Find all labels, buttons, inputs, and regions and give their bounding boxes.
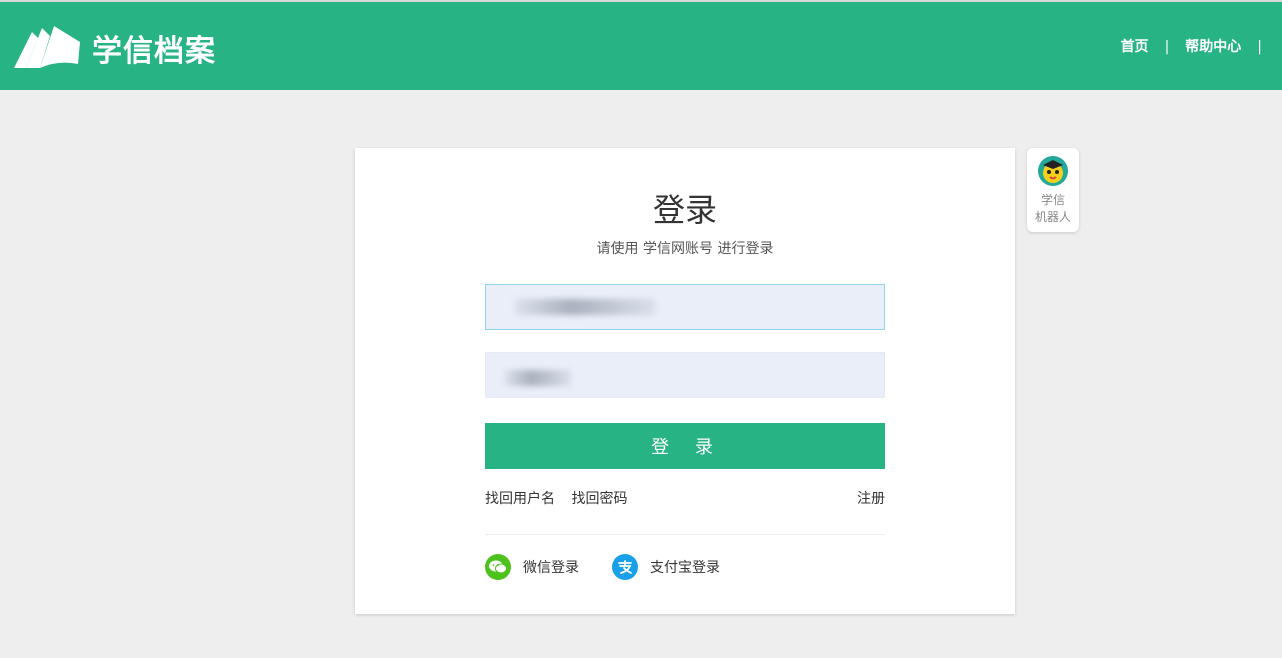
account-links: 找回用户名 找回密码 注册 (485, 488, 885, 510)
alipay-login-label: 支付宝登录 (650, 557, 720, 577)
password-input[interactable] (485, 352, 885, 398)
divider (485, 534, 885, 535)
alipay-login-button[interactable]: 支付宝登录 (612, 554, 720, 580)
book-logo-icon[interactable] (12, 24, 82, 70)
robot-assistant-widget[interactable]: 学信 机器人 (1027, 148, 1079, 232)
find-username-link[interactable]: 找回用户名 (485, 491, 555, 507)
wechat-icon (485, 554, 511, 580)
nav-home-link[interactable]: 首页 (1121, 36, 1149, 58)
login-button[interactable]: 登 录 (485, 423, 885, 469)
graduate-robot-icon (1038, 156, 1068, 186)
nav-help-link[interactable]: 帮助中心 (1185, 36, 1241, 58)
top-header: 学信档案 首页 | 帮助中心 | (0, 0, 1282, 90)
wechat-login-label: 微信登录 (523, 557, 579, 577)
robot-label: 学信 机器人 (1027, 192, 1079, 226)
wechat-login-button[interactable]: 微信登录 (485, 554, 579, 580)
nav-separator: | (1165, 36, 1170, 58)
find-password-link[interactable]: 找回密码 (571, 491, 627, 507)
alipay-icon (612, 554, 638, 580)
username-input[interactable] (485, 284, 885, 330)
robot-label-line1: 学信 (1027, 192, 1079, 209)
login-subtitle: 请使用 学信网账号 进行登录 (355, 238, 1015, 260)
top-nav: 首页 | 帮助中心 | (1121, 36, 1278, 58)
robot-label-line2: 机器人 (1027, 209, 1079, 226)
register-link[interactable]: 注册 (857, 488, 885, 510)
brand-name[interactable]: 学信档案 (92, 32, 216, 72)
login-title: 登录 (355, 190, 1015, 230)
nav-separator: | (1257, 36, 1262, 58)
login-card: 登录 请使用 学信网账号 进行登录 登 录 找回用户名 找回密码 注册 微信登录 (355, 148, 1015, 614)
